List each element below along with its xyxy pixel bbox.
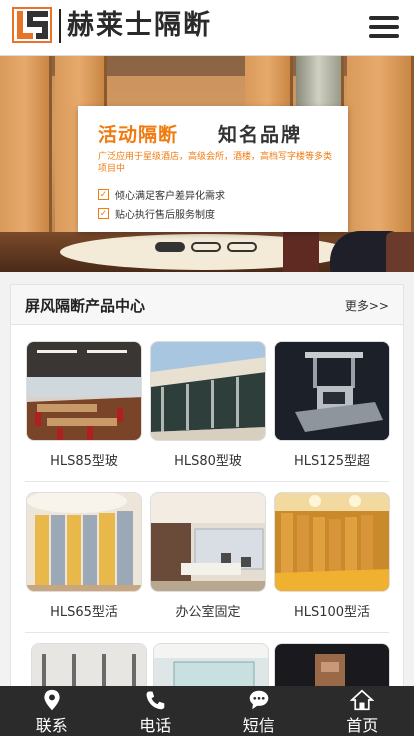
product-card[interactable]: 办公室固定 [150, 492, 266, 620]
chat-bubble-icon [249, 690, 269, 710]
nav-phone-label: 电话 [139, 716, 172, 735]
nav-home-label: 首页 [346, 716, 379, 735]
banner-carousel[interactable]: 活动隔断 知名品牌 广泛应用于星级酒店，高级会所，酒楼，高档写字楼等多类项目中 … [0, 56, 414, 272]
product-name[interactable]: HLS125型超 [274, 450, 390, 469]
product-image[interactable] [26, 341, 142, 441]
hamburger-menu-icon[interactable] [369, 16, 399, 40]
phone-icon [146, 691, 165, 710]
header: 赫莱士隔断 [0, 0, 414, 56]
banner-description: 广泛应用于星级酒店，高级会所，酒楼，高档写字楼等多类项目中 [98, 152, 333, 174]
divider [25, 481, 389, 482]
location-pin-icon [44, 689, 60, 711]
product-image[interactable] [150, 492, 266, 592]
divider [25, 632, 389, 633]
checkbox-icon: ✓ [98, 208, 109, 219]
nav-contact[interactable]: 联系 [0, 686, 104, 736]
banner-title-right: 知名品牌 [218, 124, 303, 146]
carousel-dot-1[interactable] [155, 242, 185, 252]
nav-contact-label: 联系 [35, 716, 68, 735]
product-image[interactable] [26, 492, 142, 592]
product-card[interactable]: HLS65型活 [26, 492, 142, 620]
nav-phone[interactable]: 电话 [104, 686, 208, 736]
banner-title-left: 活动隔断 [98, 124, 179, 146]
logo-separator [59, 9, 61, 43]
banner-feature: ✓ 倾心满足客户差异化需求 [98, 189, 225, 202]
product-card[interactable]: HLS80型玻 [150, 341, 266, 469]
page: 赫莱士隔断 活动隔断 知名品牌 广泛应用于星级酒店，高级会所，酒楼，高档写字楼等… [0, 0, 414, 736]
section-header: 屏风隔断产品中心 更多>> [11, 285, 403, 325]
logo-text[interactable]: 赫莱士隔断 [67, 8, 212, 44]
carousel-indicators [155, 242, 263, 252]
nav-sms-label: 短信 [242, 716, 275, 735]
bottom-nav: 联系 电话 短信 首页 [0, 686, 414, 736]
product-image[interactable] [274, 341, 390, 441]
product-card[interactable]: HLS85型玻 [26, 341, 142, 469]
product-name[interactable]: HLS85型玻 [26, 450, 142, 469]
banner-feature: ✓ 贴心执行售后服务制度 [98, 208, 215, 221]
product-name[interactable]: HLS100型活 [274, 601, 390, 620]
checkbox-icon: ✓ [98, 189, 109, 200]
product-card[interactable]: HLS125型超 [274, 341, 390, 469]
banner-promo-card: 活动隔断 知名品牌 广泛应用于星级酒店，高级会所，酒楼，高档写字楼等多类项目中 … [78, 106, 348, 232]
hls-logo-icon[interactable] [12, 7, 52, 43]
product-name[interactable]: HLS65型活 [26, 601, 142, 620]
product-name[interactable]: HLS80型玻 [150, 450, 266, 469]
nav-home[interactable]: 首页 [311, 686, 414, 736]
product-center-section: 屏风隔断产品中心 更多>> HLS85型玻 HLS80型玻 HLS125型超 H… [10, 284, 404, 736]
product-image[interactable] [274, 492, 390, 592]
more-link[interactable]: 更多>> [345, 297, 389, 314]
product-name[interactable]: 办公室固定 [150, 601, 266, 620]
home-icon [350, 689, 375, 711]
carousel-dot-3[interactable] [227, 242, 257, 252]
section-title: 屏风隔断产品中心 [25, 297, 146, 315]
nav-sms[interactable]: 短信 [207, 686, 311, 736]
product-card[interactable]: HLS100型活 [274, 492, 390, 620]
carousel-dot-2[interactable] [191, 242, 221, 252]
product-image[interactable] [150, 341, 266, 441]
